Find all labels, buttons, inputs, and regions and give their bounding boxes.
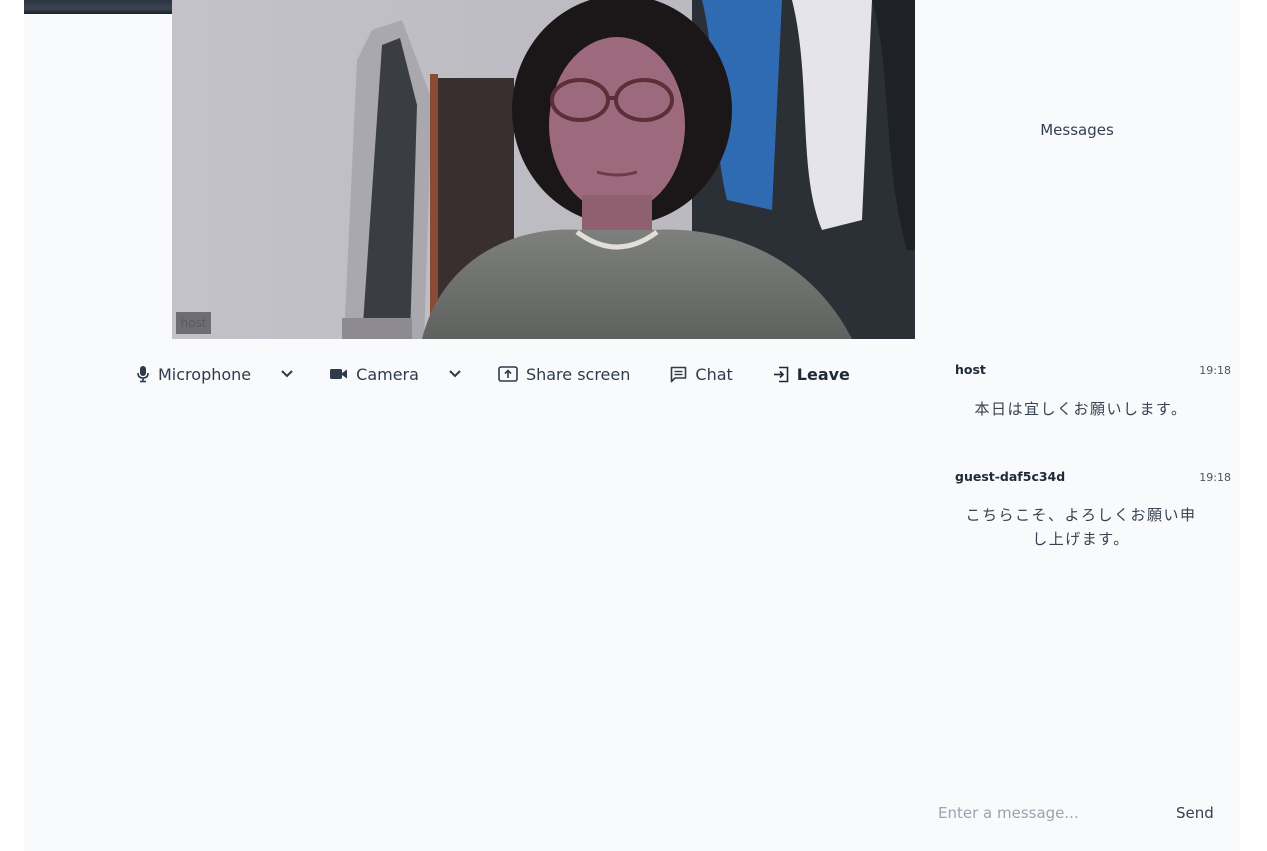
message-time: 19:18 [1199,471,1231,484]
chat-label: Chat [695,364,733,384]
leave-icon [773,366,789,382]
message-time: 19:18 [1199,364,1231,377]
message-text: 本日は宜しくお願いします。 [974,400,1188,418]
chat-message: host 19:18 本日は宜しくお願いします。 [955,362,1231,421]
video-camera-icon [330,369,348,379]
chevron-down-icon [449,370,461,378]
leave-button[interactable]: Leave [773,365,850,384]
message-input[interactable] [938,804,1153,822]
chat-icon [671,366,687,382]
microphone-button[interactable]: Microphone [136,365,251,384]
message-author: guest-daf5c34d [955,469,1066,484]
microphone-icon [137,366,149,383]
message-text: こちらこそ、よろしくお願い申し上げます。 [965,506,1197,548]
participant-name-tag: host [176,312,211,334]
chat-message: guest-daf5c34d 19:18 こちらこそ、よろしくお願い申し上げます… [955,469,1231,551]
share-screen-label: Share screen [525,364,631,384]
camera-button[interactable]: Camera [330,365,419,384]
chat-panel-title: Messages [1040,121,1114,139]
chevron-down-icon [281,370,293,378]
share-screen-icon [498,366,518,382]
camera-label: Camera [356,364,419,384]
video-frame-image [172,0,915,339]
chat-composer: Send [938,800,1218,826]
send-button[interactable]: Send [1176,804,1214,822]
main-video-tile[interactable]: host [172,0,915,339]
microphone-label: Microphone [158,364,252,384]
share-screen-button[interactable]: Share screen [498,365,630,384]
microphone-options-dropdown[interactable] [281,370,293,378]
leave-label: Leave [796,364,850,384]
message-author: host [955,362,986,377]
chat-button[interactable]: Chat [670,364,733,384]
camera-options-dropdown[interactable] [449,370,461,378]
participant-thumbnail[interactable] [24,0,172,14]
call-controls-bar: Microphone Camera Share screen Chat Leav… [136,361,850,387]
